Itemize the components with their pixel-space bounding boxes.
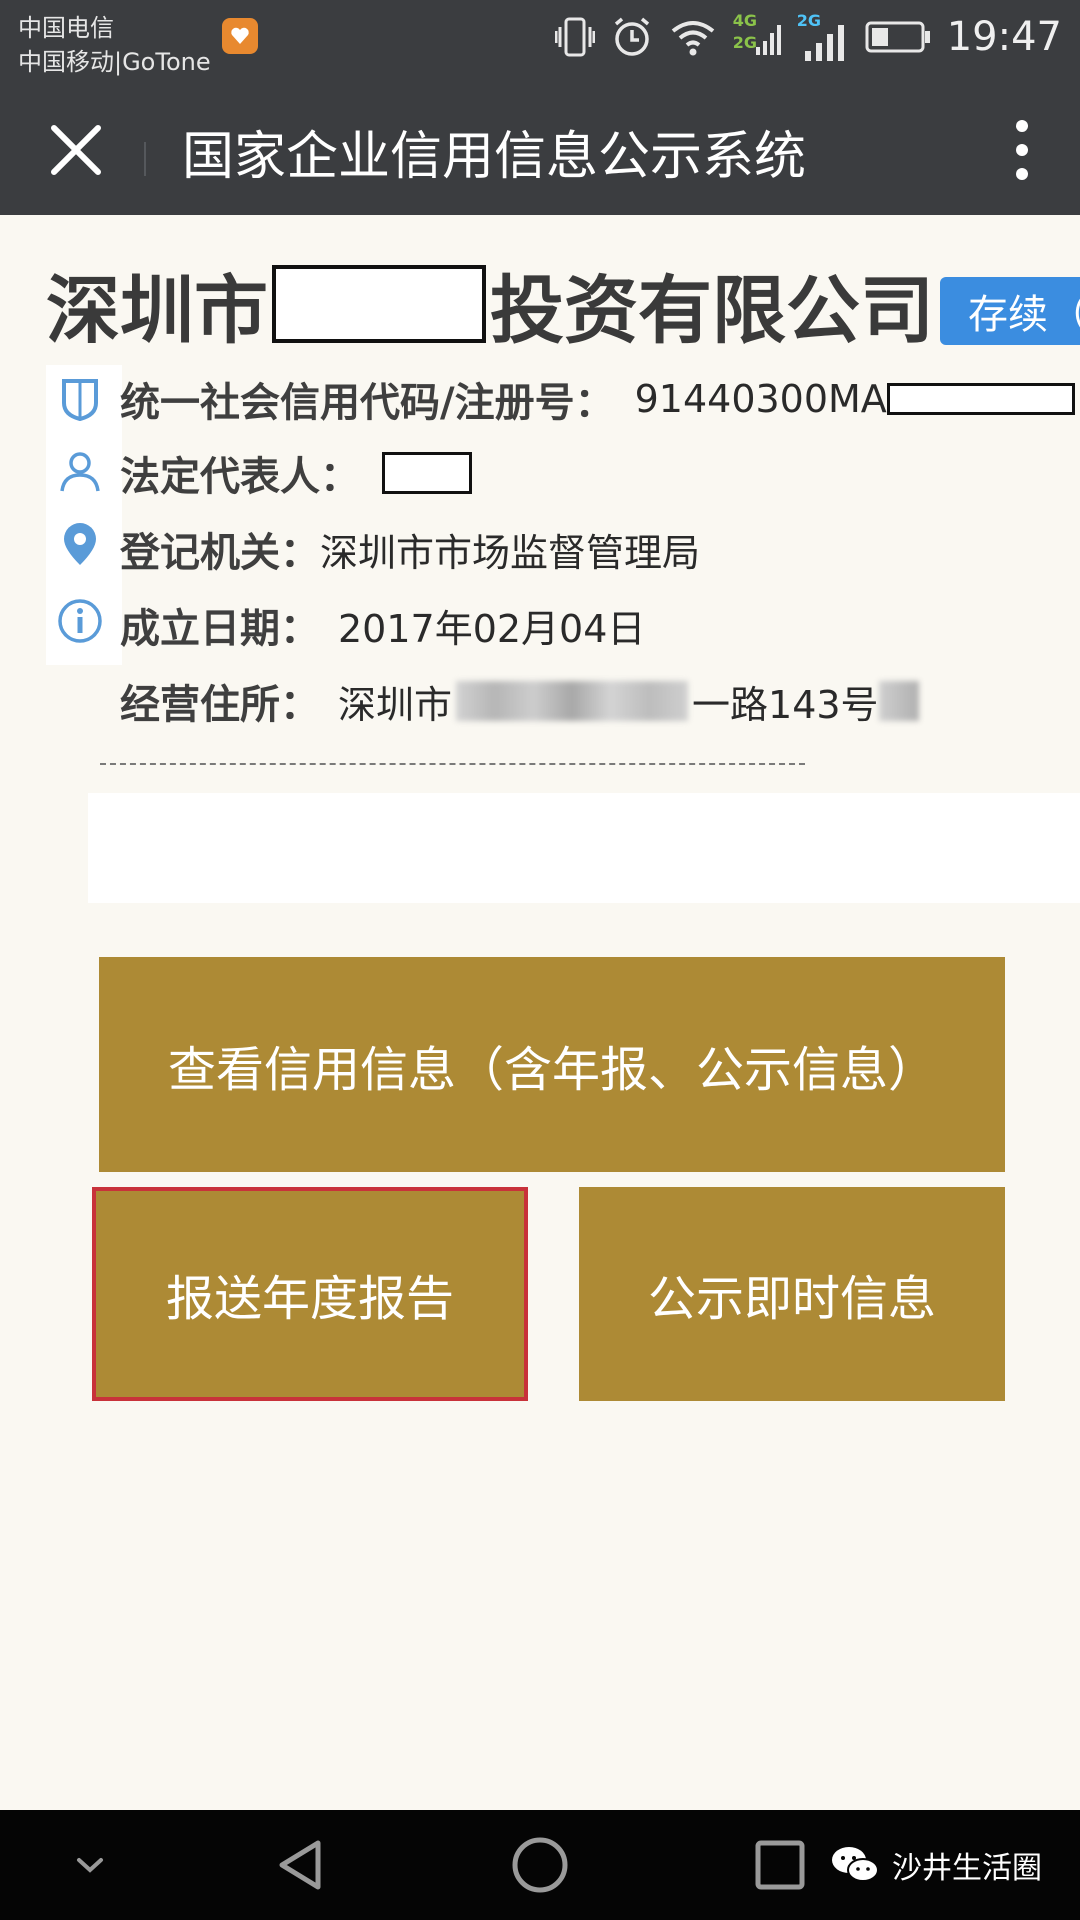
- watermark: 沙井生活圈: [830, 1810, 1042, 1920]
- network-top-label: 4G: [732, 11, 757, 30]
- wifi-icon: [671, 21, 714, 56]
- app-notification-icon: [222, 18, 258, 54]
- status-badge: 存续（: [940, 277, 1080, 345]
- close-icon: [51, 125, 101, 175]
- signal-icon: 2G: [797, 7, 849, 67]
- location-icon: [64, 523, 96, 565]
- company-name: 深圳市 投资有限公司: [46, 259, 934, 354]
- home-button[interactable]: [502, 1810, 578, 1920]
- blank-panel: [88, 793, 1080, 903]
- company-name-prefix: 深圳市: [46, 267, 268, 354]
- founded-row: 成立日期： 2017年02月04日: [120, 595, 645, 655]
- nav-bar: 沙井生活圈: [0, 1810, 1080, 1920]
- back-button[interactable]: [262, 1810, 338, 1920]
- company-name-suffix: 投资有限公司: [490, 267, 934, 354]
- back-icon: [279, 1840, 321, 1890]
- authority-row: 登记机关： 深圳市市场监督管理局: [120, 519, 700, 579]
- home-icon: [512, 1837, 568, 1893]
- status-bar: 中国电信 中国移动|GoTone 4G 2G 2G 19:47: [0, 0, 1080, 84]
- address-row: 经营住所： 深圳市 一路143号: [120, 671, 919, 731]
- recents-button[interactable]: [742, 1810, 818, 1920]
- hide-nav-button[interactable]: [60, 1810, 120, 1920]
- page-content: 深圳市 投资有限公司 存续（ 统一社会信用代码/注册号： 91440300MA …: [0, 215, 1080, 1810]
- address-prefix: 深圳市: [338, 682, 453, 727]
- close-button[interactable]: [40, 114, 112, 186]
- redacted-name-box: [272, 265, 486, 343]
- more-button[interactable]: [1004, 112, 1040, 188]
- page-title: 国家企业信用信息公示系统: [182, 127, 807, 187]
- authority-value: 深圳市市场监督管理局: [320, 530, 701, 575]
- blurred-address-tail: [878, 681, 919, 721]
- authority-label: 登记机关：: [120, 530, 320, 576]
- network-bottom-label: 2G: [732, 33, 757, 52]
- view-credit-button[interactable]: 查看信用信息（含年报、公示信息）: [99, 957, 1005, 1172]
- wechat-icon: [832, 1847, 879, 1882]
- info-icon: [58, 599, 102, 643]
- credit-code-row: 统一社会信用代码/注册号： 91440300MA: [120, 369, 1075, 429]
- person-icon: [60, 452, 100, 492]
- legal-rep-row: 法定代表人：: [120, 443, 472, 503]
- founded-label: 成立日期：: [120, 606, 320, 652]
- redacted-rep-box: [382, 452, 472, 494]
- address-mid: 一路143号: [692, 682, 879, 727]
- battery-icon: [865, 21, 930, 53]
- credit-code-value: 91440300MA: [634, 377, 887, 421]
- carrier-2: 中国移动|GoTone: [18, 48, 211, 76]
- publish-instant-info-button[interactable]: 公示即时信息: [579, 1187, 1005, 1401]
- vibrate-icon: [554, 17, 595, 57]
- watermark-text: 沙井生活圈: [892, 1851, 1042, 1886]
- recents-icon: [755, 1840, 805, 1890]
- founded-value: 2017年02月04日: [338, 606, 646, 651]
- shield-icon: [62, 379, 98, 422]
- dashed-divider: [100, 763, 805, 765]
- chevron-down-icon: [77, 1858, 103, 1873]
- carrier-1: 中国电信: [18, 14, 114, 42]
- blurred-address: [456, 681, 689, 721]
- alarm-icon: [614, 17, 649, 56]
- redacted-code-box: [886, 383, 1075, 415]
- legal-rep-label: 法定代表人：: [120, 454, 360, 500]
- more-vert-icon: [1016, 120, 1028, 180]
- credit-code-label: 统一社会信用代码/注册号：: [120, 380, 615, 426]
- address-label: 经营住所：: [120, 682, 320, 728]
- submit-annual-report-button[interactable]: 报送年度报告: [92, 1187, 528, 1401]
- title-divider: [144, 142, 146, 176]
- status-time: 19:47: [946, 14, 1062, 60]
- status-icons: 4G 2G 2G 19:47: [554, 0, 1062, 74]
- title-bar: 国家企业信用信息公示系统: [0, 84, 1080, 215]
- network-type-label: 4G 2G: [733, 7, 781, 67]
